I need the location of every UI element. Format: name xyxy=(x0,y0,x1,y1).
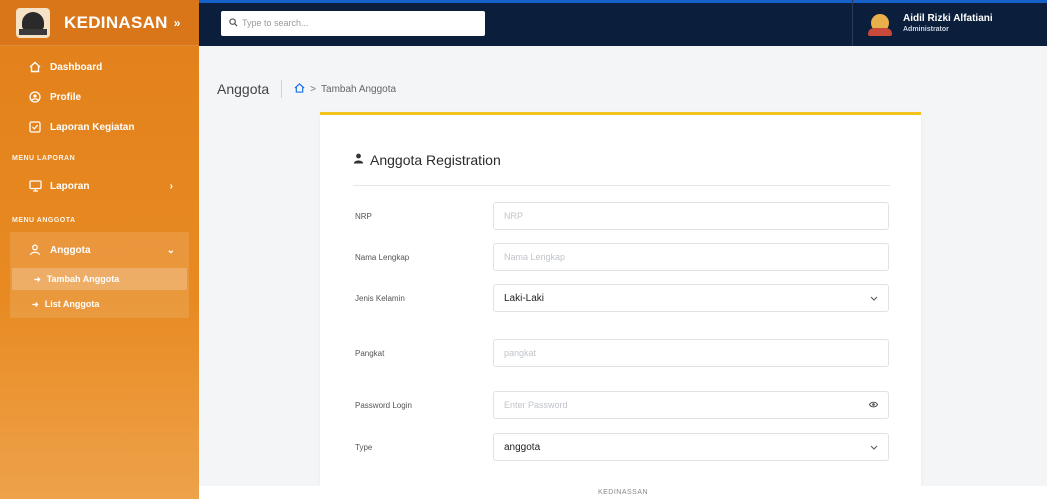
field-label: Jenis Kelamin xyxy=(355,293,405,303)
pangkat-input[interactable] xyxy=(504,348,878,358)
nama-lengkap-input[interactable] xyxy=(504,252,878,262)
field-label: Password Login xyxy=(355,400,412,410)
form-row-password: Password Login xyxy=(355,391,889,419)
sidebar-item-label: Anggota xyxy=(50,244,91,256)
section-label-anggota: MENU ANGGOTA xyxy=(12,217,76,224)
jenis-kelamin-select[interactable]: Laki-Laki xyxy=(493,284,889,312)
password-field[interactable] xyxy=(493,391,889,419)
select-value: Laki-Laki xyxy=(504,292,545,304)
nama-lengkap-field[interactable] xyxy=(493,243,889,271)
form-title: Anggota Registration xyxy=(353,152,501,168)
home-icon xyxy=(28,60,42,74)
search-icon xyxy=(229,17,238,29)
sidebar-item-anggota[interactable]: Anggota ⌄ xyxy=(10,232,189,268)
form-row-nrp: NRP xyxy=(355,202,889,230)
search-input[interactable] xyxy=(242,18,462,28)
select-value: anggota xyxy=(504,441,541,453)
sidebar-subitem-label: Tambah Anggota xyxy=(46,274,120,284)
breadcrumb-current: Tambah Anggota xyxy=(321,83,397,95)
user-name: Aidil Rizki Alfatiani xyxy=(903,13,993,24)
user-info: Aidil Rizki Alfatiani Administrator xyxy=(903,13,993,33)
arrow-right-icon: ➜ xyxy=(34,274,41,284)
user-menu[interactable]: Aidil Rizki Alfatiani Administrator xyxy=(852,0,1047,46)
breadcrumb-divider xyxy=(281,80,283,98)
eye-icon[interactable] xyxy=(868,401,879,410)
breadcrumb: Anggota > Tambah Anggota xyxy=(217,80,396,98)
sidebar-item-laporan[interactable]: Laporan › xyxy=(0,168,199,204)
chevron-down-icon: ⌄ xyxy=(166,244,175,256)
field-label: Type xyxy=(355,442,373,452)
avatar xyxy=(868,14,892,36)
brand-logo xyxy=(16,7,50,38)
section-label-laporan: MENU LAPORAN xyxy=(12,155,76,162)
arrow-right-icon: ➜ xyxy=(32,299,39,309)
sidebar-item-label: Laporan Kegiatan xyxy=(50,121,135,133)
sidebar: KEDINASAN » Dashboard Profile Laporan Ke… xyxy=(0,0,199,499)
type-select[interactable]: anggota xyxy=(493,433,889,461)
nrp-input[interactable] xyxy=(504,211,878,221)
user-role: Administrator xyxy=(903,26,949,33)
chevron-right-icon: > xyxy=(310,83,317,95)
monitor-icon xyxy=(28,179,42,193)
user-circle-icon xyxy=(28,90,42,104)
pangkat-field[interactable] xyxy=(493,339,889,367)
password-input[interactable] xyxy=(504,400,878,410)
brand-name: KEDINASAN xyxy=(64,12,168,32)
footer: KEDINASSAN xyxy=(199,486,1047,499)
sidebar-item-dashboard[interactable]: Dashboard xyxy=(0,52,199,82)
field-label: Pangkat xyxy=(355,348,385,358)
sidebar-toggle-icon[interactable]: » xyxy=(174,16,181,30)
search-box[interactable] xyxy=(221,10,485,36)
sidebar-item-label: Profile xyxy=(50,91,82,103)
form-row-type: Type anggota xyxy=(355,433,889,461)
form-title-text: Anggota Registration xyxy=(370,152,501,168)
brand: KEDINASAN » xyxy=(0,0,199,46)
form-row-nama: Nama Lengkap xyxy=(355,243,889,271)
chevron-right-icon: › xyxy=(169,180,173,192)
field-label: Nama Lengkap xyxy=(355,252,410,262)
sidebar-group-anggota: Anggota ⌄ ➜ Tambah Anggota ➜ List Anggot… xyxy=(10,232,189,318)
sidebar-item-laporan-kegiatan[interactable]: Laporan Kegiatan xyxy=(0,112,199,142)
divider xyxy=(353,185,890,186)
sidebar-subitem-tambah-anggota[interactable]: ➜ Tambah Anggota xyxy=(12,268,187,290)
topbar: Aidil Rizki Alfatiani Administrator xyxy=(199,0,1047,46)
chevron-down-icon xyxy=(870,443,878,452)
registration-card: Anggota Registration NRP Nama Lengkap Je… xyxy=(320,112,921,486)
form-row-jenis-kelamin: Jenis Kelamin Laki-Laki xyxy=(355,284,889,312)
page-title: Anggota xyxy=(217,81,270,97)
home-icon[interactable] xyxy=(294,82,305,96)
sidebar-nav: Dashboard Profile Laporan Kegiatan MENU … xyxy=(0,46,199,318)
person-icon xyxy=(28,243,42,257)
nrp-field[interactable] xyxy=(493,202,889,230)
check-square-icon xyxy=(28,120,42,134)
person-icon xyxy=(353,153,364,167)
sidebar-item-label: Dashboard xyxy=(50,61,103,73)
form-row-pangkat: Pangkat xyxy=(355,339,889,367)
field-label: NRP xyxy=(355,211,372,221)
sidebar-item-profile[interactable]: Profile xyxy=(0,82,199,112)
sidebar-subitem-label: List Anggota xyxy=(44,299,100,309)
sidebar-item-label: Laporan xyxy=(50,180,90,192)
chevron-down-icon xyxy=(870,294,878,303)
sidebar-subitem-list-anggota[interactable]: ➜ List Anggota xyxy=(10,290,189,318)
